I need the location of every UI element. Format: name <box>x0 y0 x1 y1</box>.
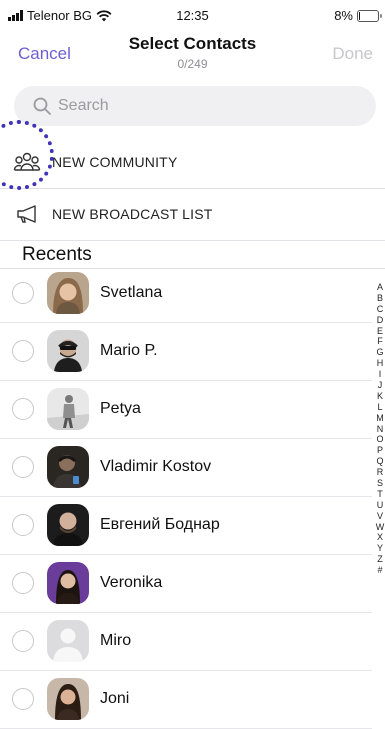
index-letter[interactable]: D <box>375 315 385 326</box>
index-letter[interactable]: I <box>375 369 385 380</box>
contact-name: Евгений Боднар <box>100 516 220 533</box>
avatar <box>47 388 89 430</box>
page-title: Select Contacts <box>128 34 257 53</box>
contact-name: Mario P. <box>100 342 158 359</box>
index-letter[interactable]: F <box>375 336 385 347</box>
contact-row[interactable]: Joni <box>0 670 372 729</box>
navigation-bar: Cancel Select Contacts 0/249 Done <box>0 30 385 76</box>
index-letter[interactable]: X <box>375 532 385 543</box>
index-letter[interactable]: J <box>375 380 385 391</box>
index-letter[interactable]: Z <box>375 554 385 565</box>
index-letter[interactable]: W <box>375 522 385 533</box>
avatar <box>47 562 89 604</box>
index-letter[interactable]: N <box>375 424 385 435</box>
avatar <box>47 446 89 488</box>
index-letter[interactable]: # <box>375 565 385 576</box>
avatar <box>47 330 89 372</box>
search-icon <box>33 97 51 115</box>
select-radio[interactable] <box>12 456 34 478</box>
select-radio[interactable] <box>12 630 34 652</box>
index-letter[interactable]: S <box>375 478 385 489</box>
megaphone-icon <box>12 199 42 229</box>
search-input[interactable]: Search <box>14 86 376 126</box>
index-letter[interactable]: C <box>375 304 385 315</box>
done-button[interactable]: Done <box>332 44 373 64</box>
new-community-button[interactable]: NEW COMMUNITY <box>0 136 385 189</box>
search-placeholder: Search <box>58 97 109 114</box>
index-letter[interactable]: V <box>375 511 385 522</box>
contact-row[interactable]: Veronika <box>0 554 372 613</box>
contact-row[interactable]: Petya <box>0 380 372 439</box>
select-radio[interactable] <box>12 688 34 710</box>
index-letter[interactable]: L <box>375 402 385 413</box>
index-letter[interactable]: U <box>375 500 385 511</box>
index-letter[interactable]: P <box>375 445 385 456</box>
contact-row[interactable]: Mario P. <box>0 322 372 381</box>
index-letter[interactable]: Q <box>375 456 385 467</box>
contact-name: Petya <box>100 400 141 417</box>
select-radio[interactable] <box>12 282 34 304</box>
contact-name: Svetlana <box>100 284 163 301</box>
new-broadcast-list-label: NEW BROADCAST LIST <box>52 206 213 222</box>
contact-name: Miro <box>100 632 132 649</box>
select-radio[interactable] <box>12 572 34 594</box>
section-title: Recents <box>22 244 92 265</box>
select-radio[interactable] <box>12 398 34 420</box>
index-letter[interactable]: H <box>375 358 385 369</box>
index-letter[interactable]: T <box>375 489 385 500</box>
battery-icon <box>357 9 382 22</box>
contact-name: Veronika <box>100 574 163 591</box>
battery-info: 8% <box>334 8 382 23</box>
index-letter[interactable]: Y <box>375 543 385 554</box>
avatar <box>47 272 89 314</box>
index-letter[interactable]: E <box>375 326 385 337</box>
battery-percent: 8% <box>334 8 353 23</box>
select-radio[interactable] <box>12 340 34 362</box>
index-letter[interactable]: G <box>375 347 385 358</box>
status-bar: Telenor BG 12:35 8% <box>0 0 385 30</box>
avatar <box>47 504 89 546</box>
index-letter[interactable]: B <box>375 293 385 304</box>
clock: 12:35 <box>176 8 209 23</box>
avatar <box>47 678 89 720</box>
index-letter[interactable]: A <box>375 282 385 293</box>
index-letter[interactable]: M <box>375 413 385 424</box>
contact-name: Vladimir Kostov <box>100 458 212 475</box>
select-radio[interactable] <box>12 514 34 536</box>
contact-row[interactable]: Miro <box>0 612 372 671</box>
index-letter[interactable]: K <box>375 391 385 402</box>
contact-row[interactable]: Евгений Боднар <box>0 496 372 555</box>
contact-name: Joni <box>100 690 130 707</box>
contact-row[interactable]: Svetlana <box>0 264 372 323</box>
avatar <box>47 620 89 662</box>
new-broadcast-list-button[interactable]: NEW BROADCAST LIST <box>0 188 385 241</box>
new-community-label: NEW COMMUNITY <box>52 154 178 170</box>
index-letter[interactable]: O <box>375 434 385 445</box>
alphabet-index[interactable]: A B C D E F G H I J K L M N O P Q R S T U V W X Y Z # <box>375 282 385 576</box>
selection-count: 0/249 <box>177 57 208 71</box>
contact-row[interactable]: Vladimir Kostov <box>0 438 372 497</box>
index-letter[interactable]: R <box>375 467 385 478</box>
